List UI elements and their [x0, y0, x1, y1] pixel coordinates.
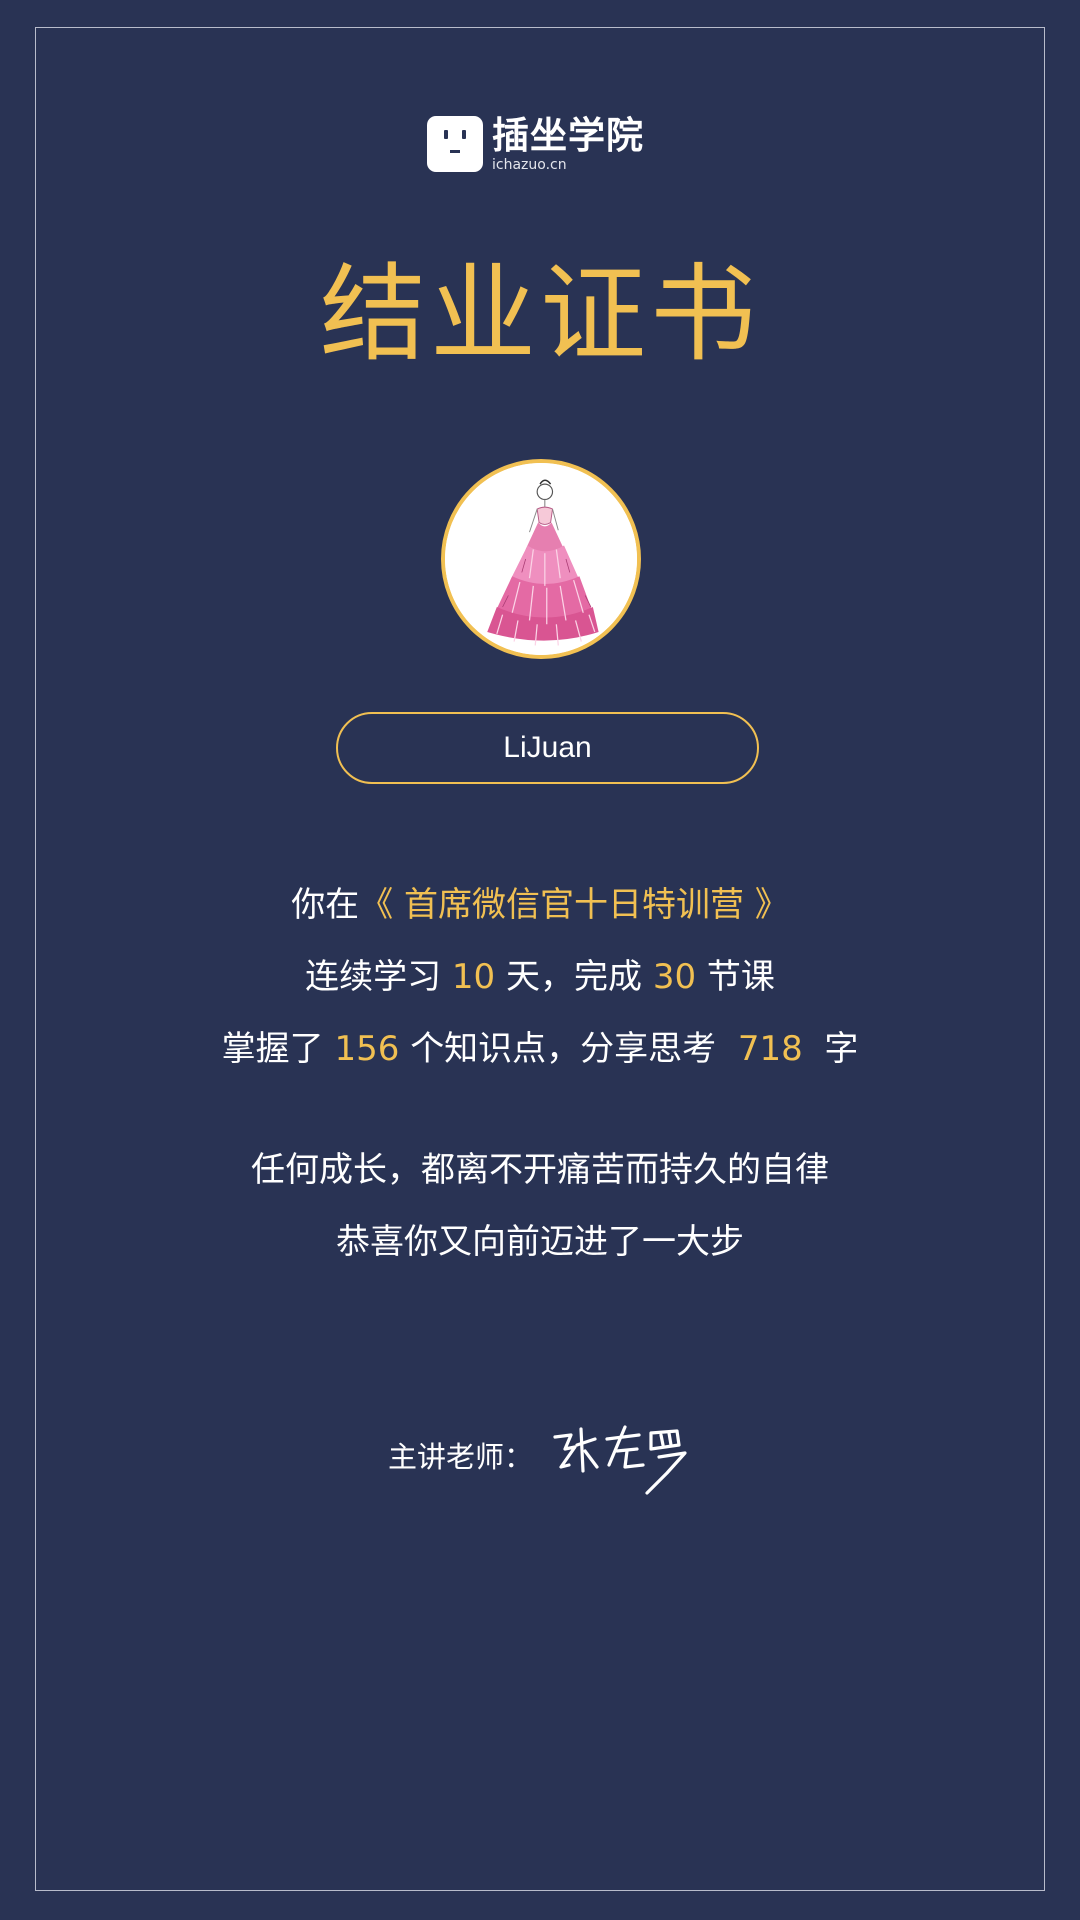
teacher-label: 主讲老师： [388, 1440, 534, 1474]
certificate-title: 结业证书 [320, 253, 760, 376]
logo-face-icon [427, 116, 483, 172]
avatar-dress-illustration [445, 463, 637, 655]
teacher-signature [553, 1425, 687, 1495]
teacher-signature-block: 主讲老师： [388, 1420, 697, 1495]
days-count: 10 [451, 957, 496, 997]
course-line: 你在《 首席微信官十日特训营 》 [291, 885, 789, 925]
lessons-count: 30 [652, 957, 697, 997]
motto-line-1: 任何成长，都离不开痛苦而持久的自律 [251, 1150, 829, 1190]
words-count: 718 [737, 1029, 803, 1069]
knowledge-points-count: 156 [334, 1029, 400, 1069]
brand-domain: ichazuo.cn [492, 156, 567, 173]
student-name: LiJuan [336, 712, 759, 784]
avatar [441, 459, 641, 659]
course-name: 《 首席微信官十日特训营 》 [359, 885, 789, 925]
study-stats-line: 连续学习 10 天，完成 30 节课 [305, 957, 775, 997]
motto-line-2: 恭喜你又向前迈进了一大步 [336, 1222, 744, 1262]
brand-logo: 插坐学院 ichazuo.cn [427, 114, 644, 174]
knowledge-stats-line: 掌握了 156 个知识点，分享思考 718 字 [221, 1029, 859, 1069]
brand-name: 插坐学院 [492, 113, 644, 157]
